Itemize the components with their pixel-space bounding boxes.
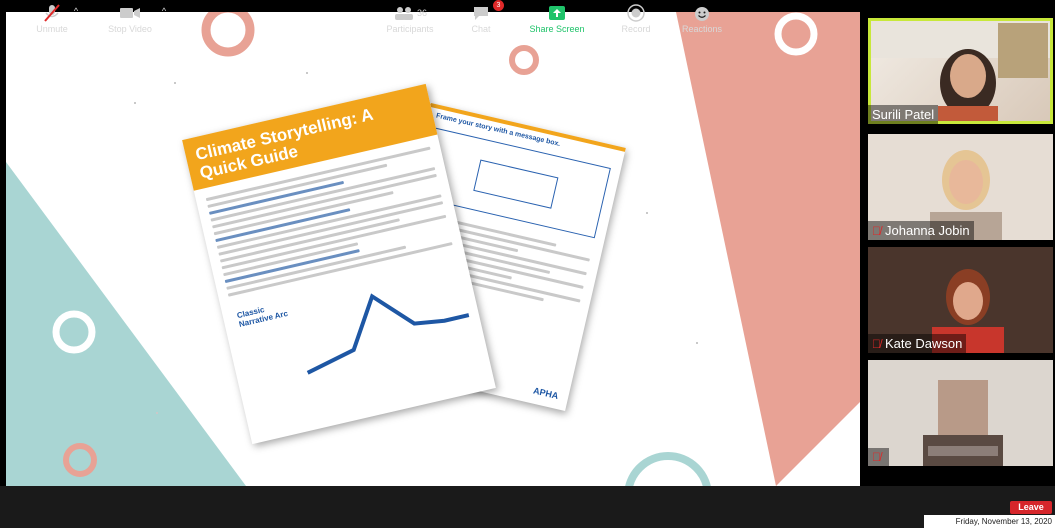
participants-icon: [394, 7, 413, 20]
audio-options-caret[interactable]: ^: [70, 6, 82, 16]
record-icon: [627, 4, 645, 22]
reactions-button[interactable]: Reactions: [676, 2, 728, 34]
chat-unread-badge: 3: [493, 0, 504, 11]
participants-count: 36: [416, 8, 427, 18]
participant-name: 🎙̸: [868, 448, 889, 466]
datetime-tooltip: Friday, November 13, 2020: [924, 515, 1055, 528]
shared-screen: Frame your story with a message box. APH…: [6, 12, 860, 486]
share-screen-icon: [549, 6, 565, 20]
participant-name: 🎙̸ Kate Dawson: [868, 334, 967, 353]
video-options-caret[interactable]: ^: [158, 6, 170, 16]
chat-icon: [474, 7, 488, 20]
mic-muted-icon: [44, 4, 60, 22]
meeting-toolbar: [0, 486, 1055, 528]
muted-mic-icon: 🎙̸: [872, 223, 881, 238]
record-button[interactable]: Record: [616, 2, 656, 34]
participant-video: [868, 360, 1053, 466]
participants-button[interactable]: 36 Participants: [380, 2, 440, 34]
video-camera-icon: [120, 8, 140, 18]
reactions-icon: [695, 7, 709, 21]
muted-mic-icon: 🎙̸: [872, 336, 881, 351]
participant-name: 🎙̸ Johanna Jobin: [868, 221, 974, 240]
participant-tile-1[interactable]: Surili Patel: [868, 18, 1053, 124]
chat-button[interactable]: 3 Chat: [464, 0, 504, 34]
participant-name: Surili Patel: [868, 105, 939, 124]
share-screen-button[interactable]: Share Screen: [524, 2, 590, 34]
stop-video-button[interactable]: Stop Video: [102, 2, 158, 34]
apha-logo: APHA: [532, 385, 560, 401]
muted-mic-icon: 🎙̸: [872, 450, 881, 464]
participant-tile-3[interactable]: 🎙̸ Kate Dawson: [868, 247, 1053, 353]
leave-button[interactable]: Leave: [1010, 501, 1052, 514]
participant-tile-4[interactable]: 🎙̸: [868, 360, 1053, 466]
participant-tile-2[interactable]: 🎙̸ Johanna Jobin: [868, 134, 1053, 240]
unmute-button[interactable]: Unmute: [30, 2, 74, 34]
